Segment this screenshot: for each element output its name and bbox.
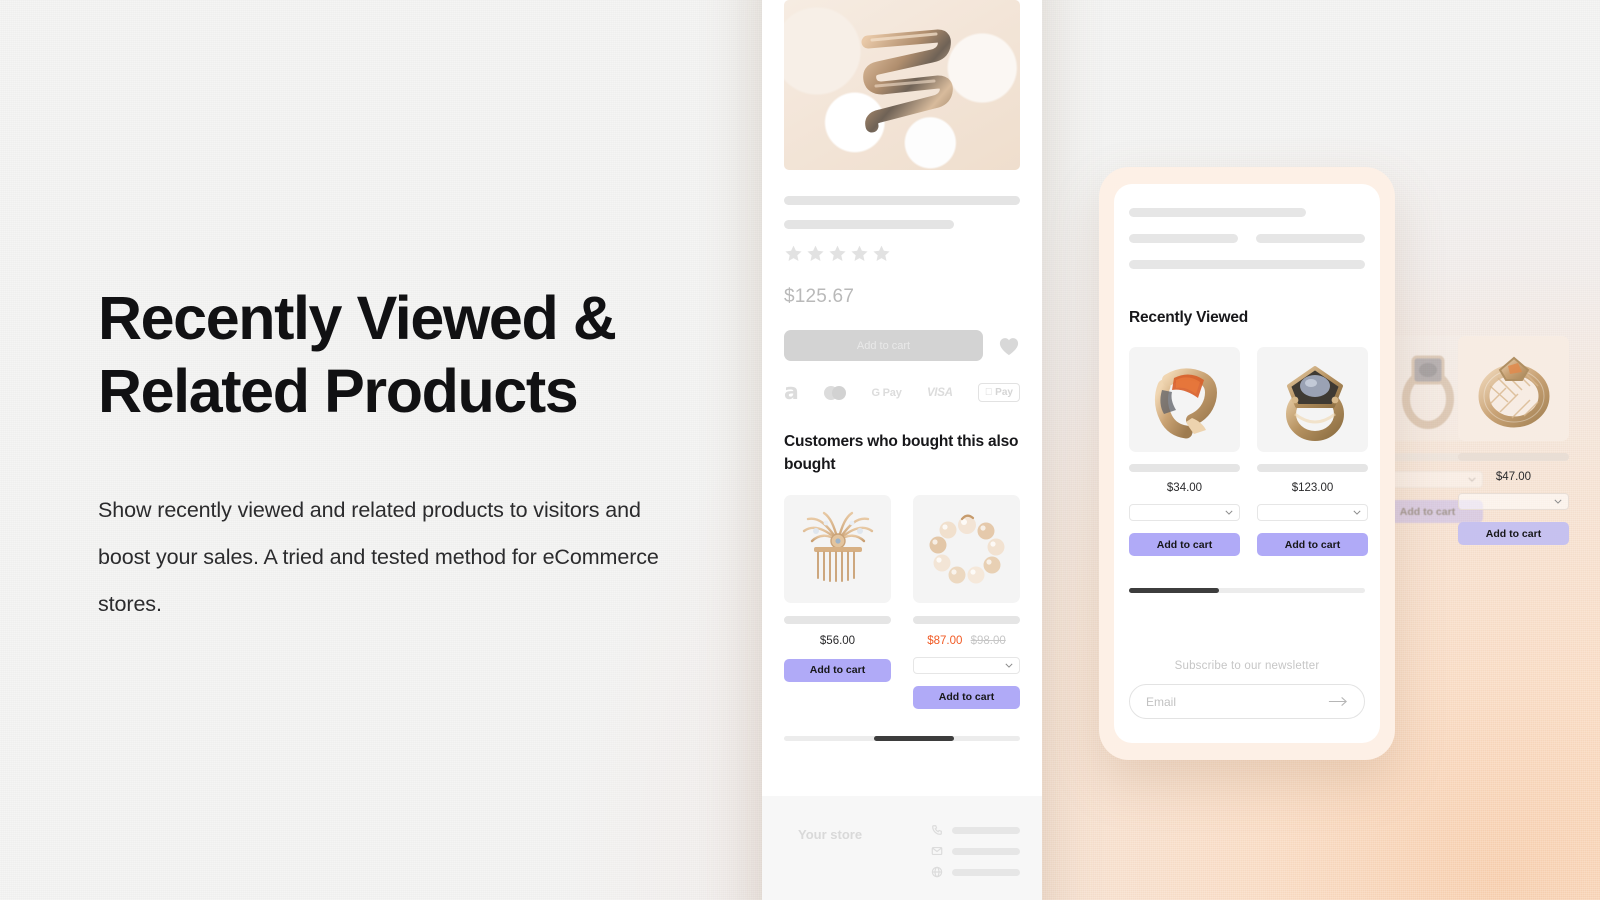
product-card[interactable]: $87.00 $98.00 Add to cart [913, 494, 1020, 709]
product-name-placeholder [1257, 464, 1368, 472]
hair-comb-icon [802, 511, 873, 582]
hero-description: Show recently viewed and related product… [98, 498, 659, 616]
newsletter-section: Subscribe to our newsletter Email [1129, 660, 1365, 719]
google-pay-icon: G Pay [871, 386, 902, 399]
product-price: $87.00 $98.00 [913, 635, 1020, 647]
newsletter-heading: Subscribe to our newsletter [1174, 660, 1320, 672]
variant-select[interactable] [1129, 504, 1240, 521]
product-name-placeholder [784, 615, 891, 624]
rating-stars[interactable] [784, 244, 1020, 263]
product-card[interactable]: $56.00 Add to cart [784, 494, 891, 709]
scrollbar-thumb[interactable] [1129, 588, 1219, 593]
phone-mockup-product-page: $125.67 Add to cart a G Pay VISA  Pay C… [762, 0, 1042, 900]
chevron-down-icon [1554, 499, 1562, 504]
header-placeholder-line [1129, 234, 1238, 243]
add-to-cart-button[interactable]: Add to cart [1458, 522, 1569, 545]
product-hero-image [784, 0, 1020, 170]
star-icon [807, 245, 824, 261]
store-logo: Your store [784, 820, 876, 878]
mastercard-icon [824, 385, 847, 400]
product-name-placeholder [913, 615, 1020, 624]
recently-viewed-heading: Recently Viewed [1129, 309, 1249, 326]
add-to-cart-button[interactable]: Add to cart [784, 658, 891, 682]
header-placeholder-line [1129, 208, 1306, 217]
newsletter-email-input[interactable]: Email [1146, 695, 1176, 709]
header-placeholder-line [1256, 234, 1365, 243]
newsletter-form: Email [1129, 684, 1365, 719]
product-price: $47.00 [1495, 471, 1532, 483]
product-image [913, 494, 1020, 603]
mail-icon [931, 846, 943, 856]
store-footer: Your store Subscribe [762, 796, 1042, 900]
gold-spiral-ring-icon [861, 29, 953, 133]
hero-copy: Recently Viewed & Related Products Show … [98, 282, 698, 628]
ring-icon [1401, 355, 1454, 429]
variant-select[interactable] [913, 656, 1020, 674]
carousel-scrollbar[interactable] [1129, 588, 1365, 593]
phone-icon [932, 825, 942, 835]
product-card[interactable]: $34.00 Add to cart [1129, 347, 1240, 556]
contact-email [931, 845, 1020, 857]
product-price: $125.67 [784, 286, 855, 307]
star-icon [829, 245, 846, 261]
related-products-heading: Customers who bought this also bought [784, 433, 1019, 474]
product-price: $123.00 [1291, 482, 1334, 494]
star-icon [873, 245, 890, 261]
amazon-pay-icon: a [784, 379, 799, 405]
compare-at-price: $98.00 [970, 634, 1006, 647]
recently-viewed-carousel[interactable]: $34.00 Add to cart $123.00 Add to cart [1129, 347, 1368, 556]
sale-price: $87.00 [927, 634, 963, 647]
chevron-down-icon [1353, 510, 1361, 515]
orange-gemstone-cuff-ring-icon [1154, 368, 1217, 438]
product-image [1458, 336, 1569, 441]
store-logo-label: Your store [798, 827, 863, 842]
product-name-placeholder [1129, 464, 1240, 472]
product-image [1257, 347, 1368, 452]
apple-pay-icon:  Pay [977, 383, 1020, 402]
page-title: Recently Viewed & Related Products [98, 284, 617, 425]
star-icon [851, 245, 868, 261]
variant-select[interactable] [1257, 504, 1368, 521]
product-subtitle-placeholder [784, 220, 954, 229]
footer-contacts [931, 820, 1020, 878]
related-products-grid: $56.00 Add to cart $87.00 $98.00 Add to … [784, 494, 1020, 709]
star-icon [785, 245, 802, 261]
add-to-cart-button[interactable]: Add to cart [913, 685, 1020, 709]
product-name-placeholder [1458, 453, 1569, 461]
product-image [784, 494, 891, 603]
add-to-cart-button[interactable]: Add to cart [1257, 533, 1368, 556]
purchase-actions: Add to cart [784, 330, 1020, 361]
globe-icon [931, 866, 943, 878]
payment-methods-bar: a G Pay VISA  Pay [784, 379, 1020, 405]
scrollbar-thumb[interactable] [873, 735, 954, 741]
arrow-right-icon[interactable] [1328, 696, 1348, 707]
dark-gemstone-signet-ring-icon [1285, 365, 1344, 441]
product-title-placeholder [784, 196, 1020, 205]
add-to-cart-button-main[interactable]: Add to cart [784, 330, 983, 361]
carousel-scrollbar[interactable] [784, 735, 1020, 741]
wishlist-heart-icon[interactable] [998, 336, 1020, 356]
variant-select[interactable] [1458, 493, 1569, 510]
add-to-cart-button[interactable]: Add to cart [1129, 533, 1240, 556]
gold-lattice-ring-icon [1478, 356, 1549, 427]
price-value: $56.00 [819, 634, 856, 647]
header-placeholder-line [1129, 260, 1365, 269]
phone-mockup-recently-viewed: Recently Viewed $34.00 Add to cart $123.… [1099, 167, 1395, 760]
product-image [1129, 347, 1240, 452]
pearl-bracelet-icon [929, 514, 1004, 583]
contact-phone [931, 824, 1020, 836]
product-card[interactable]: $47.00 Add to cart [1458, 336, 1569, 545]
product-price: $34.00 [1166, 482, 1203, 494]
product-price: $56.00 [784, 635, 891, 647]
chevron-down-icon [1005, 663, 1013, 668]
product-card[interactable]: $123.00 Add to cart [1257, 347, 1368, 556]
contact-website [931, 866, 1020, 878]
visa-icon: VISA [926, 386, 953, 399]
chevron-down-icon [1225, 510, 1233, 515]
header-placeholder-row [1129, 234, 1365, 243]
